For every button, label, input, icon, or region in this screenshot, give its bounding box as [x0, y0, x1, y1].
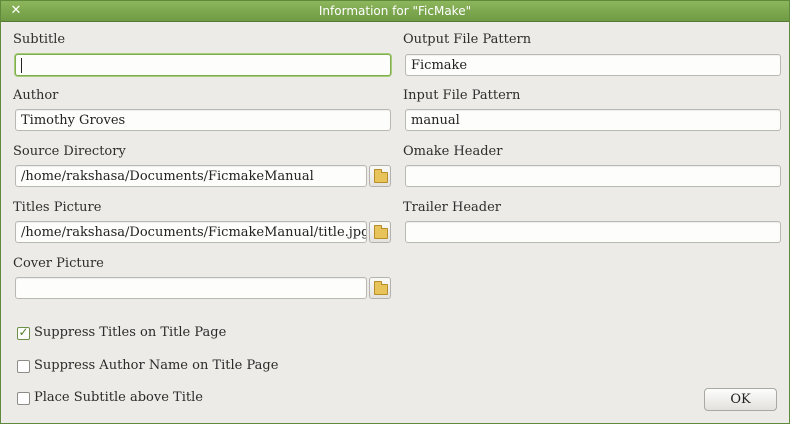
subtitle-above-title-checkbox[interactable]	[17, 392, 30, 405]
input-file-pattern-input[interactable]: manual	[405, 109, 781, 131]
trailer-header-input[interactable]	[405, 221, 781, 243]
folder-icon	[374, 281, 388, 295]
window-title: Information for "FicMake"	[318, 4, 472, 18]
output-file-pattern-input[interactable]: Ficmake	[405, 54, 781, 76]
titles-picture-label: Titles Picture	[13, 200, 102, 215]
subtitle-input[interactable]	[15, 54, 391, 76]
checkmark-icon: ✓	[18, 325, 29, 339]
cover-picture-input[interactable]	[15, 277, 367, 299]
suppress-titles-checkbox[interactable]: ✓	[17, 325, 30, 340]
author-label: Author	[13, 88, 59, 103]
omake-header-label: Omake Header	[403, 144, 503, 159]
output-file-pattern-label: Output File Pattern	[403, 32, 532, 47]
source-directory-input[interactable]: /home/rakshasa/Documents/FicmakeManual	[15, 165, 367, 187]
author-input[interactable]: Timothy Groves	[15, 109, 391, 131]
ok-button[interactable]: OK	[704, 388, 777, 411]
cover-picture-browse-button[interactable]	[369, 277, 391, 299]
folder-icon	[374, 169, 388, 183]
subtitle-label: Subtitle	[13, 32, 66, 47]
subtitle-above-title-label[interactable]: Place Subtitle above Title	[34, 390, 203, 405]
source-directory-browse-button[interactable]	[369, 165, 391, 187]
cover-picture-label: Cover Picture	[13, 256, 104, 271]
input-file-pattern-label: Input File Pattern	[403, 88, 521, 103]
titles-picture-input[interactable]: /home/rakshasa/Documents/FicmakeManual/t…	[15, 221, 367, 243]
omake-header-input[interactable]	[405, 165, 781, 187]
suppress-author-checkbox[interactable]	[17, 360, 30, 373]
text-caret	[21, 58, 22, 73]
title-bar: ✕ Information for "FicMake"	[1, 1, 789, 22]
suppress-author-label[interactable]: Suppress Author Name on Title Page	[34, 358, 278, 373]
suppress-titles-label[interactable]: Suppress Titles on Title Page	[34, 325, 226, 340]
titles-picture-browse-button[interactable]	[369, 221, 391, 243]
dialog-window: ✕ Information for "FicMake" Subtitle Aut…	[0, 0, 790, 424]
folder-icon	[374, 225, 388, 239]
source-directory-label: Source Directory	[13, 144, 126, 159]
trailer-header-label: Trailer Header	[403, 200, 502, 215]
